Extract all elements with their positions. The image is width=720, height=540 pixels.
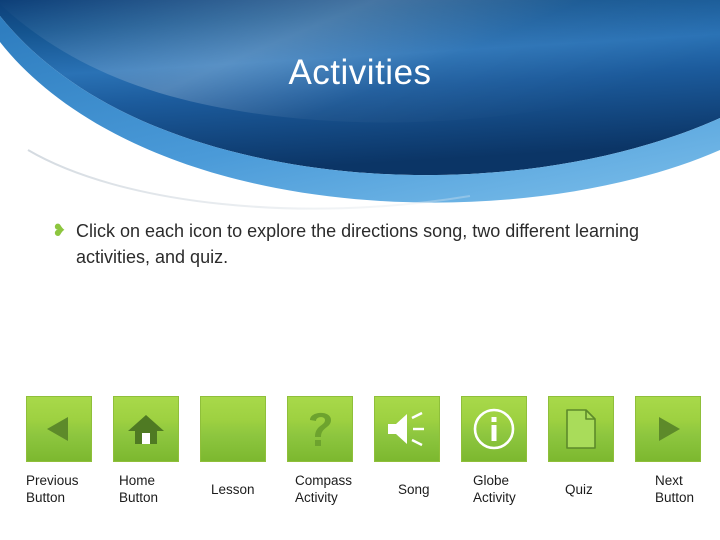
caption-line: Next [655, 473, 683, 488]
caption-previous-button: Previous Button [26, 472, 106, 506]
info-circle-icon [471, 406, 517, 452]
bullet-item: ❥ Click on each icon to explore the dire… [52, 218, 652, 270]
home-icon [125, 408, 167, 450]
slide: Activities ❥ Click on each icon to explo… [0, 0, 720, 540]
page-title: Activities [288, 53, 432, 92]
caption-quiz: Quiz [565, 481, 625, 498]
song-button[interactable] [374, 396, 440, 462]
globe-activity-button[interactable] [461, 396, 527, 462]
caption-globe-activity: Globe Activity [473, 472, 543, 506]
caption-lesson: Lesson [211, 481, 281, 498]
question-mark-icon [300, 407, 340, 451]
body-text-block: ❥ Click on each icon to explore the dire… [52, 218, 652, 270]
caption-line: Previous [26, 473, 79, 488]
caption-compass-activity: Compass Activity [295, 472, 375, 506]
caption-line: Activity [473, 490, 516, 505]
caption-line: Button [26, 490, 66, 505]
bullet-marker-icon: ❥ [52, 221, 67, 241]
caption-line: Globe [473, 473, 510, 488]
caption-line: Quiz [565, 482, 593, 497]
next-button[interactable] [635, 396, 701, 462]
caption-line: Lesson [211, 482, 255, 497]
previous-triangle-icon [39, 409, 79, 449]
caption-line: Compass [295, 473, 353, 488]
caption-line: Home [119, 473, 156, 488]
caption-line: Button [119, 490, 159, 505]
next-triangle-icon [648, 409, 688, 449]
previous-button[interactable] [26, 396, 92, 462]
bullet-text: Click on each icon to explore the direct… [76, 221, 639, 267]
compass-activity-button[interactable] [287, 396, 353, 462]
lesson-button[interactable] [200, 396, 266, 462]
caption-row: Previous Button Home Button Lesson Compa… [0, 472, 720, 532]
caption-line: Button [655, 490, 695, 505]
caption-line: Activity [295, 490, 338, 505]
home-button[interactable] [113, 396, 179, 462]
activity-icon-row [22, 396, 710, 464]
caption-next-button: Next Button [655, 472, 715, 506]
blank-icon [228, 424, 238, 434]
document-page-icon [564, 408, 598, 450]
quiz-button[interactable] [548, 396, 614, 462]
caption-home-button: Home Button [119, 472, 189, 506]
caption-song: Song [398, 481, 458, 498]
caption-line: Song [398, 482, 430, 497]
header-decoration [0, 0, 720, 210]
speaker-icon [384, 409, 430, 449]
